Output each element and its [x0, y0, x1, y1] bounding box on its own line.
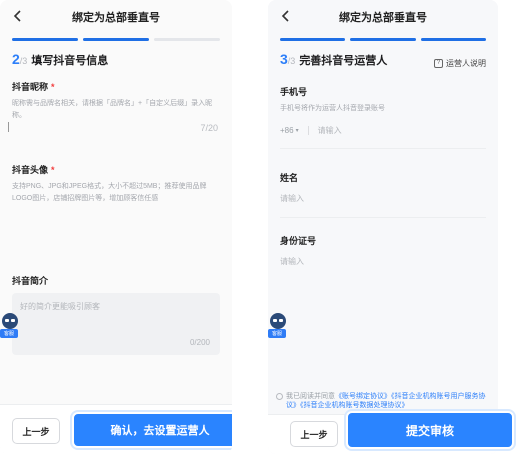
avatar-section: 抖音头像 * 支持PNG、JPG和JPEG格式，大小不超过5MB；推荐使用品牌LO… [0, 163, 232, 205]
nickname-input[interactable] [8, 122, 9, 132]
customer-service-button[interactable]: 客服 [268, 313, 288, 343]
name-label: 姓名 [280, 172, 299, 183]
step-current: 2 [12, 51, 20, 67]
page-title: 绑定为总部垂直号 [72, 12, 160, 24]
service-tag: 客服 [0, 329, 18, 338]
progress-bar [0, 38, 232, 41]
nickname-label: 抖音昵称 * [12, 82, 55, 92]
agreement-text: 我已阅读并同意《账号绑定协议》《抖音企业机构账号用户服务协议》《抖音企业机构账号… [286, 393, 486, 409]
page-title: 绑定为总部垂直号 [339, 12, 427, 24]
agreement: 我已阅读并同意《账号绑定协议》《抖音企业机构账号用户服务协议》《抖音企业机构账号… [276, 392, 490, 410]
required-mark: * [51, 82, 55, 92]
step-header: 2 /3 填写抖音号信息 [0, 51, 232, 68]
avatar-desc: 支持PNG、JPG和JPEG格式，大小不超过5MB；推荐使用品牌LOGO图片，店… [12, 183, 207, 202]
step2-screen: 绑定为总部垂直号 2 /3 填写抖音号信息 抖音昵称 * 昵称需与品牌名相关，请根… [0, 0, 232, 454]
phone-input-row: +86 ▾ 请输入 [268, 125, 498, 136]
phone-section: 手机号 手机号将作为运营人抖音登录账号 +86 ▾ 请输入 [268, 85, 498, 136]
progress-step-1 [280, 38, 346, 41]
intro-counter: 0/200 [189, 338, 210, 347]
progress-step-2 [350, 38, 416, 41]
id-label: 身份证号 [280, 235, 317, 246]
help-link-label: 运营人说明 [446, 58, 486, 68]
step3-screen: 绑定为总部垂直号 3 /3 完善抖音号运营人 ? 运营人说明 手机号 手机号将作… [268, 0, 498, 454]
intro-label: 抖音简介 [12, 276, 49, 286]
agreement-link-binding[interactable]: 《账号绑定协议》 [335, 393, 391, 400]
agreement-link-data[interactable]: 《抖音企业机构账号数据处理协议》 [300, 402, 409, 409]
progress-bar [268, 38, 498, 41]
nav-bar: 绑定为总部垂直号 [268, 0, 498, 34]
prev-button[interactable]: 上一步 [12, 418, 60, 444]
name-input[interactable]: 请输入 [268, 193, 498, 204]
chevron-down-icon: ▾ [295, 127, 299, 134]
info-icon: ? [434, 58, 443, 68]
progress-step-1 [12, 38, 78, 41]
progress-step-3 [154, 38, 220, 41]
nickname-desc: 昵称需与品牌名相关，请根据「品牌名」+「自定义后缀」录入昵称。 [12, 100, 213, 119]
step-total: /3 [19, 56, 28, 66]
next-button[interactable]: 确认，去设置运营人 [72, 412, 232, 448]
nickname-section: 抖音昵称 * 昵称需与品牌名相关，请根据「品牌名」+「自定义后缀」录入昵称。 [0, 80, 232, 122]
phone-input[interactable]: 请输入 [318, 125, 342, 136]
prev-button[interactable]: 上一步 [290, 421, 338, 447]
progress-step-2 [83, 38, 149, 41]
back-button[interactable] [277, 7, 293, 25]
country-code-select[interactable]: +86 ▾ [280, 126, 299, 135]
step-title: 填写抖音号信息 [31, 55, 109, 67]
intro-textarea[interactable]: 好的简介更能吸引顾客 0/200 [12, 293, 220, 355]
chevron-left-icon [281, 10, 289, 22]
nav-bar: 绑定为总部垂直号 [0, 0, 232, 34]
required-mark: * [51, 165, 55, 175]
footer-bar: 上一步 确认，去设置运营人 [0, 404, 232, 454]
step-total: /3 [287, 56, 296, 66]
back-button[interactable] [9, 7, 25, 25]
name-section: 姓名 请输入 [268, 171, 498, 204]
step-current: 3 [280, 51, 288, 67]
id-input[interactable]: 请输入 [268, 256, 498, 267]
operator-help-link[interactable]: ? 运营人说明 [434, 58, 486, 69]
phone-desc: 手机号将作为运营人抖音登录账号 [280, 104, 385, 112]
step-title: 完善抖音号运营人 [299, 55, 388, 67]
nickname-counter: 7/20 [200, 123, 218, 133]
intro-placeholder: 好的简介更能吸引顾客 [20, 302, 100, 311]
phone-label: 手机号 [280, 86, 308, 97]
submit-button[interactable]: 提交审核 [346, 411, 514, 449]
chevron-left-icon [13, 10, 21, 22]
intro-section: 抖音简介 [0, 274, 232, 287]
avatar-label: 抖音头像 * [12, 165, 55, 175]
id-section: 身份证号 请输入 [268, 234, 498, 267]
agreement-checkbox[interactable] [276, 393, 283, 400]
service-tag: 客服 [268, 329, 286, 338]
step-header: 3 /3 完善抖音号运营人 ? 运营人说明 [268, 51, 498, 69]
customer-service-button[interactable]: 客服 [0, 313, 20, 343]
progress-step-3 [420, 38, 486, 41]
